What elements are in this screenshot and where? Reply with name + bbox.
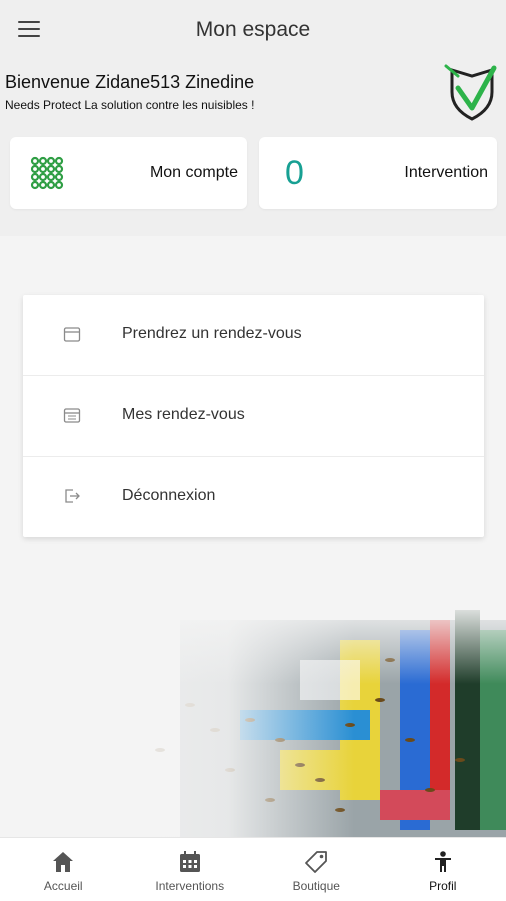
mon-compte-card[interactable]: Mon compte: [10, 137, 247, 209]
nav-label: Boutique: [293, 879, 340, 893]
menu-item-prendre-rdv[interactable]: Prendrez un rendez-vous: [23, 295, 484, 376]
menu-item-label: Mes rendez-vous: [122, 376, 245, 454]
calendar-list-icon: [63, 406, 81, 424]
page-title: Mon espace: [196, 18, 310, 42]
mon-compte-label: Mon compte: [150, 137, 238, 209]
nav-label: Profil: [429, 879, 456, 893]
menu-item-deconnexion[interactable]: Déconnexion: [23, 457, 484, 537]
app-bar: Mon espace: [0, 0, 506, 60]
tag-icon: [304, 850, 328, 874]
person-icon: [431, 850, 455, 874]
welcome-subtitle: Needs Protect La solution contre les nui…: [5, 98, 254, 112]
intervention-count: 0: [285, 137, 304, 209]
nav-label: Accueil: [44, 879, 83, 893]
menu-item-mes-rdv[interactable]: Mes rendez-vous: [23, 376, 484, 457]
home-icon: [51, 850, 75, 874]
welcome-section: Bienvenue Zidane513 Zinedine Needs Prote…: [5, 72, 254, 112]
nav-accueil[interactable]: Accueil: [0, 838, 127, 901]
grid-dots-icon: [30, 156, 64, 190]
nav-boutique[interactable]: Boutique: [253, 838, 380, 901]
beehive-photo: [0, 600, 506, 840]
menu-card: Prendrez un rendez-vous Mes rendez-vous …: [23, 295, 484, 537]
nav-label: Interventions: [155, 879, 224, 893]
intervention-label: Intervention: [404, 137, 488, 209]
nav-profil[interactable]: Profil: [380, 838, 506, 901]
bottom-navigation: Accueil Interventions Boutique Profil: [0, 837, 506, 901]
intervention-card[interactable]: 0 Intervention: [259, 137, 497, 209]
nav-interventions[interactable]: Interventions: [127, 838, 254, 901]
shield-check-logo: [444, 62, 500, 122]
calendar-icon: [63, 325, 81, 343]
menu-item-label: Prendrez un rendez-vous: [122, 295, 302, 373]
hamburger-menu-icon[interactable]: [18, 21, 40, 39]
calendar-grid-icon: [178, 850, 202, 874]
welcome-title: Bienvenue Zidane513 Zinedine: [5, 72, 254, 93]
logout-icon: [63, 487, 81, 505]
menu-item-label: Déconnexion: [122, 457, 215, 535]
